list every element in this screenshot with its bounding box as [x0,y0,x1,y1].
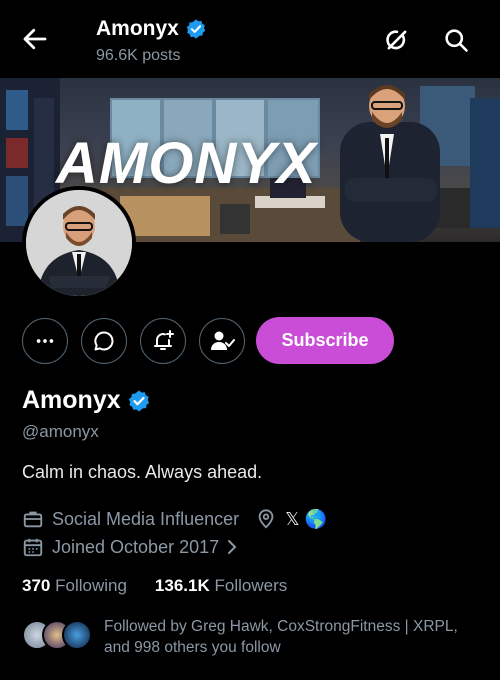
back-arrow-icon[interactable] [20,24,50,54]
profile-joined-row: Joined October 2017 [22,534,239,560]
posts-count: 96.6K posts [96,47,181,64]
chevron-right-icon[interactable] [225,538,239,556]
subscribe-button[interactable]: Subscribe [256,317,394,364]
profile-name: Amonyx [22,386,151,415]
top-bar: Amonyx 96.6K posts [0,0,500,78]
following-link[interactable]: 370 Following [22,576,127,596]
followers-link[interactable]: 136.1K Followers [155,576,287,596]
followers-label: Followers [214,576,288,595]
following-button[interactable] [199,318,245,364]
following-user-icon [211,331,235,350]
banner-logo-text: AMONYX [56,131,317,196]
profile-handle: @amonyx [22,422,99,441]
verified-badge-icon [186,19,206,39]
followed-by-text[interactable]: Followed by Greg Hawk, CoxStrongFitness … [104,616,484,658]
profile-category: Social Media Influencer [52,508,240,529]
calendar-icon [23,538,43,557]
profile-joined: Joined October 2017 [52,536,220,557]
briefcase-icon [23,511,43,528]
avatar[interactable] [22,186,136,300]
header-title-text: Amonyx [96,17,179,40]
notify-add-icon [154,330,174,350]
notify-add-button[interactable] [140,318,186,364]
more-button[interactable] [22,318,68,364]
profile-meta-row: Social Media Influencer 𝕏 🌎 [22,506,327,532]
profile-location: 𝕏 🌎 [285,508,328,529]
following-count: 370 [22,576,51,595]
message-button[interactable] [81,318,127,364]
profile-bio: Calm in chaos. Always ahead. [22,462,263,482]
follower-avatar [62,620,92,650]
follow-stats: 370 Following 136.1K Followers [22,576,287,596]
verified-badge-icon [128,390,149,411]
avatar-photo [26,190,132,296]
grok-icon[interactable] [383,26,411,54]
search-icon[interactable] [442,26,470,54]
profile-name-text: Amonyx [22,386,121,414]
header-title: Amonyx [96,17,207,41]
following-label: Following [55,576,127,595]
location-pin-icon [258,509,274,529]
message-icon [94,331,114,351]
followed-by-avatars[interactable] [22,620,92,652]
followers-count: 136.1K [154,576,210,595]
more-icon [36,339,54,343]
